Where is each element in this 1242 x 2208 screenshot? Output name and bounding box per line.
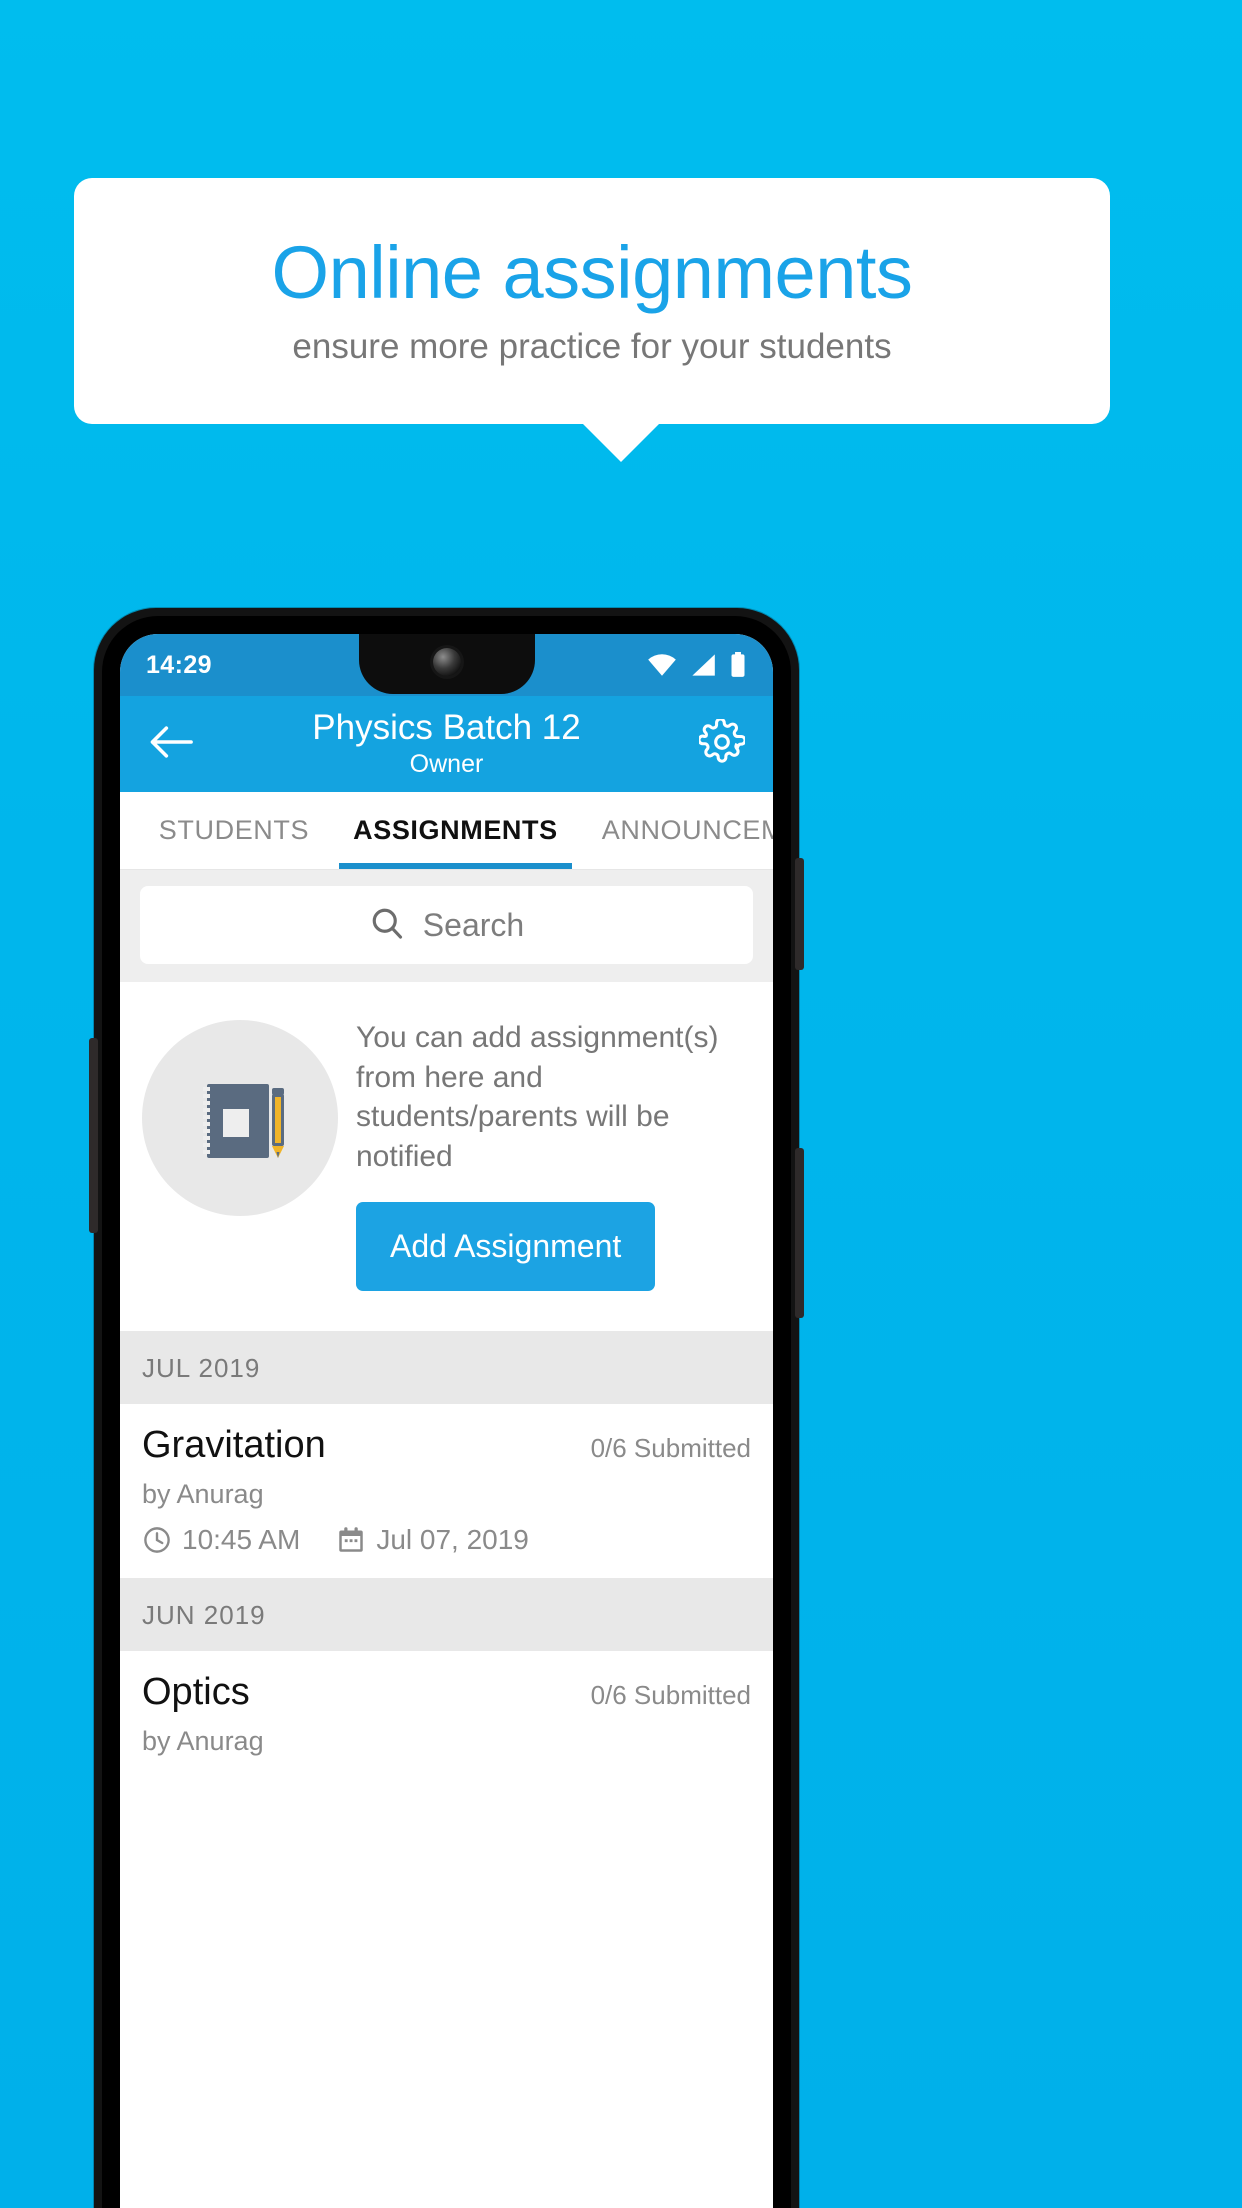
phone-screen: 14:29 Physics Batch 12 Owner STUDENTS AS… — [120, 634, 773, 2208]
status-bar: 14:29 — [120, 634, 773, 696]
assignment-author: by Anurag — [142, 1479, 264, 1510]
tab-bar[interactable]: IEW STUDENTS ASSIGNMENTS ANNOUNCEMENTS — [120, 792, 773, 870]
promo-subtitle: ensure more practice for your students — [292, 326, 892, 366]
tab-students-label: STUDENTS — [158, 815, 310, 845]
display-notch — [358, 634, 535, 694]
battery-icon — [729, 652, 747, 678]
search-section: Search — [120, 870, 773, 982]
search-placeholder: Search — [422, 906, 525, 943]
assignment-title: Optics — [142, 1671, 250, 1714]
assignment-list-item[interactable]: Optics 0/6 Submitted by Anurag — [120, 1651, 773, 1780]
search-input[interactable]: Search — [140, 886, 753, 964]
assignment-title: Gravitation — [142, 1424, 326, 1467]
tab-students[interactable]: STUDENTS — [137, 792, 331, 869]
promo-title: Online assignments — [271, 231, 913, 315]
back-button[interactable] — [142, 715, 200, 773]
status-bar-icons — [647, 652, 747, 678]
calendar-icon — [336, 1525, 366, 1555]
promo-callout-tail — [583, 424, 659, 462]
settings-button[interactable] — [693, 715, 751, 773]
cellular-signal-icon — [690, 653, 716, 677]
page-title: Physics Batch 12 — [312, 707, 581, 747]
phone-mockup: 14:29 Physics Batch 12 Owner STUDENTS AS… — [89, 608, 804, 2208]
tab-assignments-label: ASSIGNMENTS — [353, 815, 558, 845]
empty-state-message: You can add assignment(s) from here and … — [356, 1021, 719, 1173]
phone-left-side-button[interactable] — [89, 1038, 98, 1233]
tab-announcements-label: ANNOUNCEMENTS — [601, 815, 773, 845]
month-header-jun: JUN 2019 — [120, 1578, 773, 1652]
assignment-author: by Anurag — [142, 1726, 264, 1757]
assignment-meta: 10:45 AM Jul 07, 2019 — [142, 1524, 751, 1556]
tab-assignments[interactable]: ASSIGNMENTS — [331, 792, 580, 869]
empty-state-card: You can add assignment(s) from here and … — [120, 982, 773, 1332]
status-bar-time: 14:29 — [146, 650, 212, 679]
month-header-jul: JUL 2019 — [120, 1331, 773, 1405]
phone-volume-button[interactable] — [795, 1148, 804, 1318]
app-bar: Physics Batch 12 Owner — [120, 696, 773, 792]
add-assignment-button[interactable]: Add Assignment — [356, 1202, 656, 1292]
page-subtitle: Owner — [409, 749, 484, 778]
search-icon — [369, 905, 405, 946]
gear-icon — [697, 716, 747, 770]
assignment-time: 10:45 AM — [182, 1524, 301, 1556]
notebook-and-pen-icon — [184, 1060, 296, 1177]
assignment-submitted-count: 0/6 Submitted — [590, 1433, 751, 1464]
clock-icon — [142, 1525, 172, 1555]
tab-announcements[interactable]: ANNOUNCEMENTS — [580, 792, 773, 869]
front-camera-icon — [432, 648, 461, 676]
app-bar-titles: Physics Batch 12 Owner — [120, 696, 773, 792]
phone-power-button[interactable] — [795, 858, 804, 970]
empty-state-illustration — [142, 1020, 338, 1216]
promo-callout: Online assignments ensure more practice … — [74, 178, 1110, 424]
assignment-date: Jul 07, 2019 — [376, 1524, 529, 1556]
assignment-submitted-count: 0/6 Submitted — [590, 1680, 751, 1711]
tab-overview[interactable]: IEW — [120, 792, 137, 869]
wifi-icon — [647, 653, 677, 677]
back-arrow-icon — [149, 725, 193, 764]
assignment-list-item[interactable]: Gravitation 0/6 Submitted by Anurag 10:4… — [120, 1404, 773, 1579]
